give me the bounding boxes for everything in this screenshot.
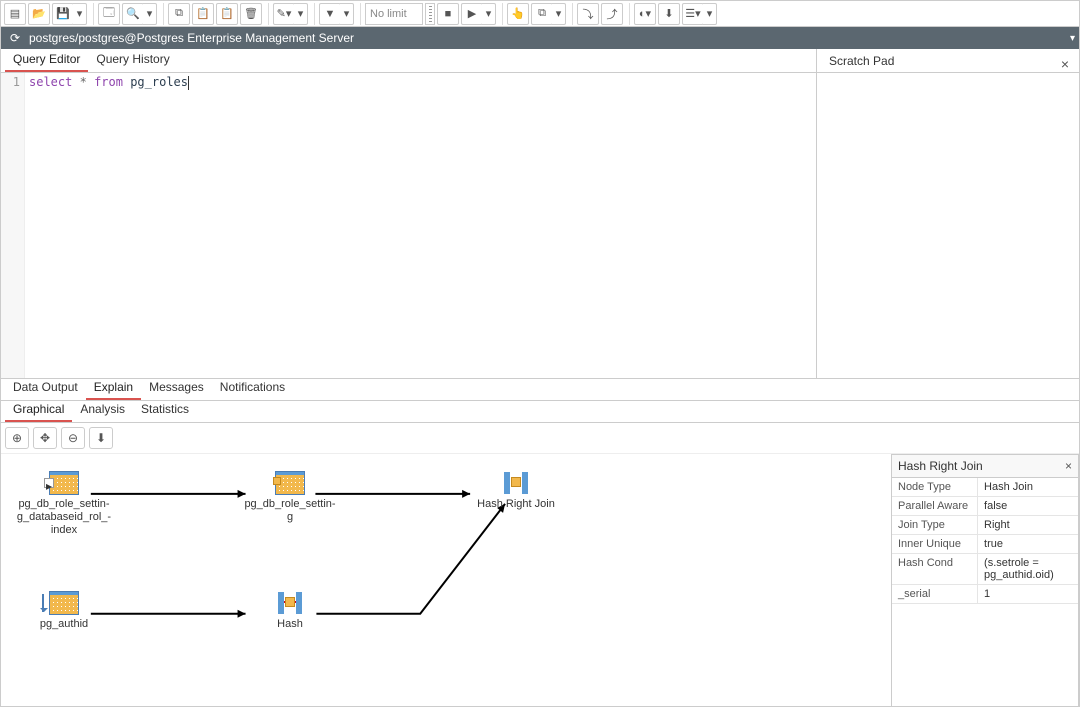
text-cursor <box>188 76 189 90</box>
subtab-analysis[interactable]: Analysis <box>72 398 133 422</box>
tab-explain[interactable]: Explain <box>86 376 141 400</box>
rollback-button[interactable]: ⤴ <box>601 3 623 25</box>
connection-label: postgres/postgres@Postgres Enterprise Ma… <box>29 31 1064 45</box>
paste-button[interactable]: 📋 <box>192 3 214 25</box>
detail-row: _serial1 <box>892 585 1078 604</box>
search-dropdown[interactable]: ▾ <box>143 3 157 25</box>
node-detail-panel: Hash Right Join × Node TypeHash Join Par… <box>891 454 1079 706</box>
delete-button[interactable]: 🗑 <box>240 3 262 25</box>
zoom-reset-button[interactable]: ✥ <box>33 427 57 449</box>
detail-row: Inner Uniquetrue <box>892 535 1078 554</box>
filter-button[interactable]: ▼ <box>319 3 341 25</box>
clear-button[interactable]: ◐▾ <box>634 3 656 25</box>
explain-button[interactable]: 👆 <box>507 3 529 25</box>
edit-dropdown[interactable]: ▾ <box>294 3 308 25</box>
detail-header: Hash Right Join × <box>892 455 1078 478</box>
find-button[interactable]: 🗔 <box>98 3 120 25</box>
explain-subtabs: Graphical Analysis Statistics <box>1 401 1079 423</box>
plan-node-authid[interactable]: pg_authid <box>9 592 119 631</box>
connection-dropdown-icon[interactable]: ▾ <box>1070 33 1075 44</box>
filter-dropdown[interactable]: ▾ <box>340 3 354 25</box>
lower-panel: Data Output Explain Messages Notificatio… <box>1 379 1079 706</box>
scratchpad-tabs: Scratch Pad × <box>817 49 1079 73</box>
editor-panel: Query Editor Query History 1 select * fr… <box>1 49 817 378</box>
tab-query-editor[interactable]: Query Editor <box>5 48 88 72</box>
explain-canvas[interactable]: ▸ pg_db_role_settin- g_databaseid_rol_- … <box>1 454 1079 706</box>
execute-dropdown[interactable]: ▾ <box>482 3 496 25</box>
edit-button[interactable]: ✎▾ <box>273 3 295 25</box>
search-button[interactable]: 🔍 <box>122 3 144 25</box>
table-icon: ▸ <box>50 472 78 494</box>
zoom-in-button[interactable]: ⊕ <box>5 427 29 449</box>
explain-canvas-wrap: ▸ pg_db_role_settin- g_databaseid_rol_- … <box>1 454 1079 706</box>
drag-handle-icon[interactable] <box>425 3 435 25</box>
plan-node-hash[interactable]: Hash <box>235 592 345 631</box>
plan-node-hash-right-join[interactable]: Hash Right Join <box>461 472 571 511</box>
scratchpad-close-icon[interactable]: × <box>1055 56 1075 72</box>
detail-close-icon[interactable]: × <box>1065 459 1072 473</box>
code-editor[interactable]: 1 select * from pg_roles <box>1 73 816 378</box>
main-toolbar: ▤ 📂 💾 ▾ 🗔 🔍 ▾ ⧉ 📋 📋 🗑 ✎▾ ▾ ▼ ▾ ■ ▶ ▾ 👆 ⧉… <box>1 1 1079 27</box>
explain-dropdown[interactable]: ▾ <box>552 3 566 25</box>
detail-row: Hash Cond(s.setrole = pg_authid.oid) <box>892 554 1078 585</box>
scratchpad-panel: Scratch Pad × <box>817 49 1079 378</box>
code-content[interactable]: select * from pg_roles <box>25 73 816 378</box>
upper-split: Query Editor Query History 1 select * fr… <box>1 49 1079 379</box>
copy-button[interactable]: ⧉ <box>168 3 190 25</box>
plan-node-index[interactable]: ▸ pg_db_role_settin- g_databaseid_rol_- … <box>9 472 119 538</box>
subtab-statistics[interactable]: Statistics <box>133 398 197 422</box>
explain-options-button[interactable]: ⧉ <box>531 3 553 25</box>
download-plan-button[interactable]: ⬇ <box>89 427 113 449</box>
hash-join-icon <box>502 472 530 494</box>
save-dropdown[interactable]: ▾ <box>73 3 87 25</box>
execute-button[interactable]: ▶ <box>461 3 483 25</box>
connection-bar[interactable]: ⟳ postgres/postgres@Postgres Enterprise … <box>1 27 1079 49</box>
download-button[interactable]: ⬇ <box>658 3 680 25</box>
tab-data-output[interactable]: Data Output <box>5 376 86 400</box>
detail-title: Hash Right Join <box>898 459 983 473</box>
subtab-graphical[interactable]: Graphical <box>5 398 72 422</box>
paste-special-button[interactable]: 📋 <box>216 3 238 25</box>
tab-scratchpad[interactable]: Scratch Pad <box>821 50 902 72</box>
detail-row: Join TypeRight <box>892 516 1078 535</box>
stop-button[interactable]: ■ <box>437 3 459 25</box>
detail-row: Parallel Awarefalse <box>892 497 1078 516</box>
line-gutter: 1 <box>1 73 25 378</box>
open-file-button[interactable]: 📂 <box>28 3 50 25</box>
macro-button[interactable]: ☰▾ <box>682 3 704 25</box>
save-button[interactable]: 💾 <box>52 3 74 25</box>
tab-messages[interactable]: Messages <box>141 376 212 400</box>
detail-row: Node TypeHash Join <box>892 478 1078 497</box>
tab-query-history[interactable]: Query History <box>88 48 177 72</box>
table-icon <box>276 472 304 494</box>
plan-node-setting[interactable]: pg_db_role_settin- g <box>235 472 345 524</box>
table-icon <box>50 592 78 614</box>
detail-table: Node TypeHash Join Parallel Awarefalse J… <box>892 478 1078 604</box>
row-limit-input[interactable] <box>365 3 423 25</box>
zoom-toolbar: ⊕ ✥ ⊖ ⬇ <box>1 423 1079 454</box>
detail-empty <box>892 604 1078 706</box>
new-query-button[interactable]: ▤ <box>4 3 26 25</box>
connection-status-icon: ⟳ <box>5 29 25 47</box>
hash-icon <box>276 592 304 614</box>
tab-notifications[interactable]: Notifications <box>212 376 293 400</box>
editor-tabs: Query Editor Query History <box>1 49 816 73</box>
commit-button[interactable]: ⤵ <box>577 3 599 25</box>
macro-dropdown[interactable]: ▾ <box>703 3 717 25</box>
zoom-out-button[interactable]: ⊖ <box>61 427 85 449</box>
scratchpad-area[interactable] <box>817 73 1079 378</box>
